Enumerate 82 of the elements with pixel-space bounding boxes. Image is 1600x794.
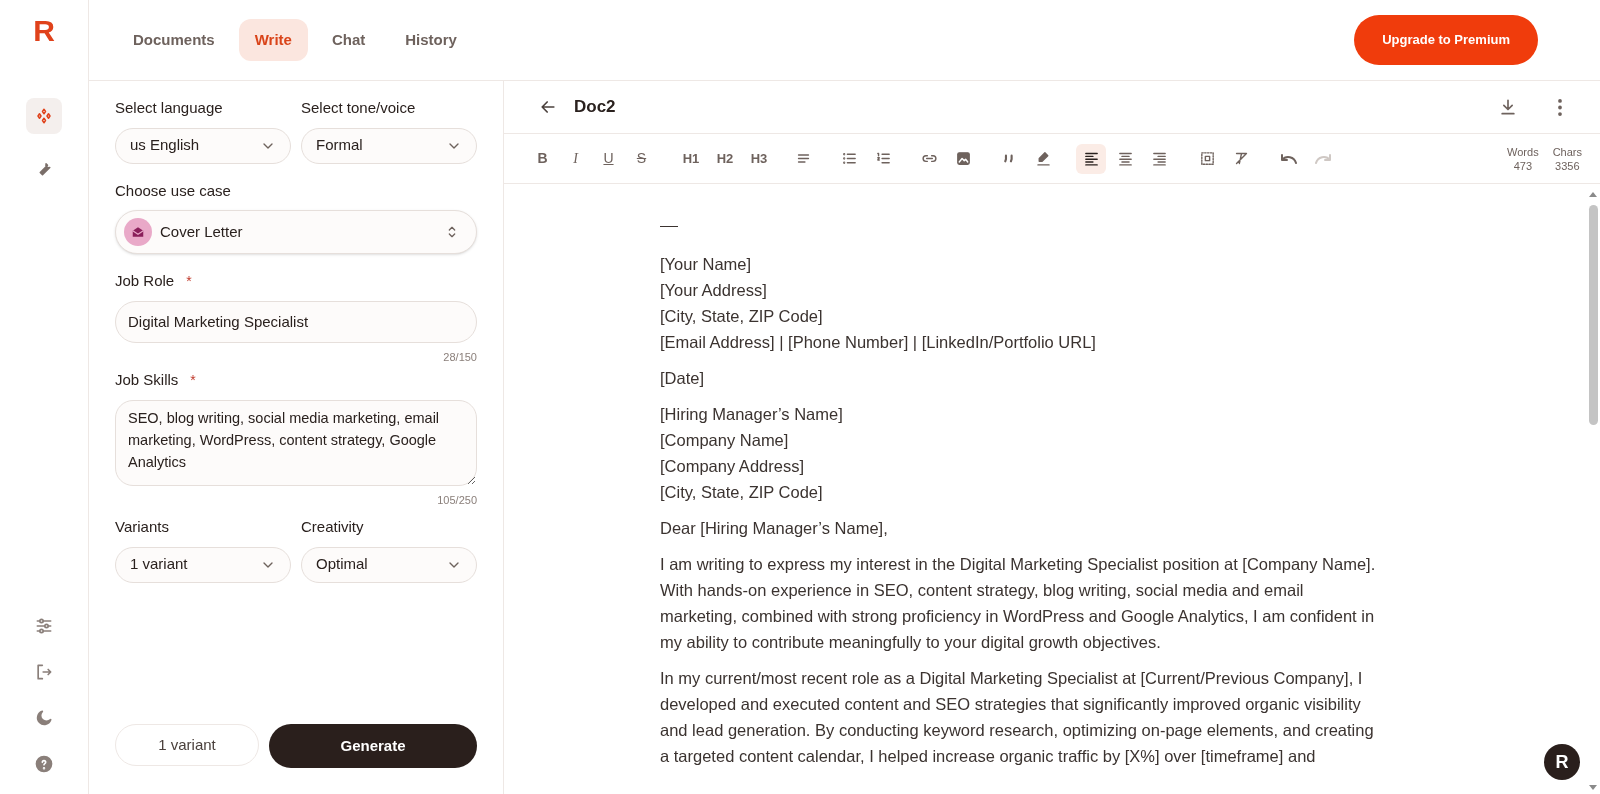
logout-button[interactable] [34,662,54,682]
sliders-icon [34,616,54,636]
letter-line: and lead generation. By conducting keyword research, optimizing on-page elements, and creating [660,720,1375,741]
letter-line: [City, State, ZIP Code] [660,306,824,327]
select-all-icon [1198,150,1216,167]
field-label: Choose use case [115,180,231,201]
app-logo[interactable]: R [33,16,55,46]
help-icon [34,754,54,774]
stat-value: 3356 [1555,158,1580,173]
download-button[interactable] [1498,97,1518,117]
select-field[interactable]: Cover Letter [115,210,477,254]
nav-tab[interactable]: History [389,18,473,62]
help-button[interactable] [34,754,54,774]
letter-line: [Company Address] [660,456,805,477]
letter-line: Dear [Hiring Manager’s Name], [660,518,889,539]
character-counter: 28/150 [443,349,477,365]
more-button[interactable] [1558,98,1562,116]
letter-line: marketing, combined with strong proficiency in WordPress and Google Analytics, I am confident in [660,606,1376,627]
moon-icon [34,708,54,728]
stat-label: Chars [1552,144,1582,159]
highlighter-icon [1034,150,1052,167]
heading-button[interactable]: H2 [710,143,740,174]
nav-tab[interactable]: Chat [315,18,382,62]
format-button[interactable]: B [528,143,557,174]
align-left-icon [1082,150,1100,167]
heading-button[interactable]: H3 [744,143,774,174]
letter-line: In my current/most recent role as a Digital Marketing Specialist at [Current/Previous Company], I [660,668,1364,689]
job-role-input[interactable]: Digital Marketing Specialist [115,300,477,343]
upgrade-button[interactable]: Upgrade to Premium [1354,15,1538,65]
letter-line: [City, State, ZIP Code] [660,482,824,503]
required-mark: * [190,370,196,390]
letter-line: [Email Address] | [Phone Number] | [LinkedIn/Portfolio URL] [660,332,1097,353]
generate-button[interactable]: Generate [269,724,477,768]
nav-button[interactable] [26,98,62,134]
format-button[interactable]: S [627,143,656,174]
nav-tab[interactable]: Documents [117,18,231,62]
letter-line: [Your Address] [660,280,768,301]
sliders-button[interactable] [34,616,54,636]
field-label: Select tone/voice [301,98,416,118]
letter-line: [Company Name] [660,430,790,451]
envelope-icon [124,218,152,246]
letter-line: my ability to contribute meaningfully to your digital growth objectives. [660,632,1162,653]
align-center-icon [1116,150,1134,167]
redo-icon [1315,153,1331,164]
undo-icon [1281,153,1297,164]
field-label: Select language [115,98,223,118]
align-right-icon [1150,150,1168,167]
stat-value: 473 [1513,158,1533,173]
letter-line: [Your Name] [660,254,753,275]
more-icon [1558,98,1562,116]
format-button[interactable]: U [594,143,623,174]
letter-line: a targeted content calendar, I helped increase organic traffic by [X%] over [timeframe] and [660,746,1317,767]
letter-line: developed and executed content and SEO strategies that significantly improved organic visibility [660,694,1362,715]
image-icon [954,150,972,167]
format-button[interactable]: I [561,143,590,174]
assistant-button[interactable]: R [1544,744,1580,780]
nav-tab[interactable]: Write [238,18,308,62]
sparkles-icon [35,107,53,125]
select-field[interactable]: us English [115,127,291,164]
field-label: Job Role [115,271,175,291]
required-mark: * [186,271,192,291]
select-field[interactable]: Formal [301,127,477,164]
field-label: Creativity [301,517,364,537]
letter-line: [Date] [660,368,706,389]
document-title: Doc2 [574,96,616,119]
letter-line: [Hiring Manager’s Name] [660,404,844,425]
moon-button[interactable] [34,708,54,728]
field-label: Job Skills [115,370,179,390]
download-icon [1498,97,1518,117]
horizontal-rule [660,226,678,227]
letter-line: I am writing to express my interest in the Digital Marketing Specialist position at [Company Name]. [660,554,1377,575]
stat-label: Words [1507,144,1539,159]
field-label: Variants [115,517,169,537]
character-counter: 105/250 [437,492,477,508]
bullet-list-icon [840,150,858,167]
select-field[interactable]: 1 variant [115,546,291,583]
job-skills-input[interactable]: SEO, blog writing, social media marketing, email marketing, WordPress, content strategy, Google Analytics [115,399,477,486]
heading-button[interactable]: H1 [676,143,706,174]
logout-icon [34,662,54,682]
select-field[interactable]: Optimal [301,546,477,583]
letter-line: With hands-on experience in SEO, content strategy, blog writing, social media and email [660,580,1305,601]
align-left-button[interactable] [1076,143,1106,174]
